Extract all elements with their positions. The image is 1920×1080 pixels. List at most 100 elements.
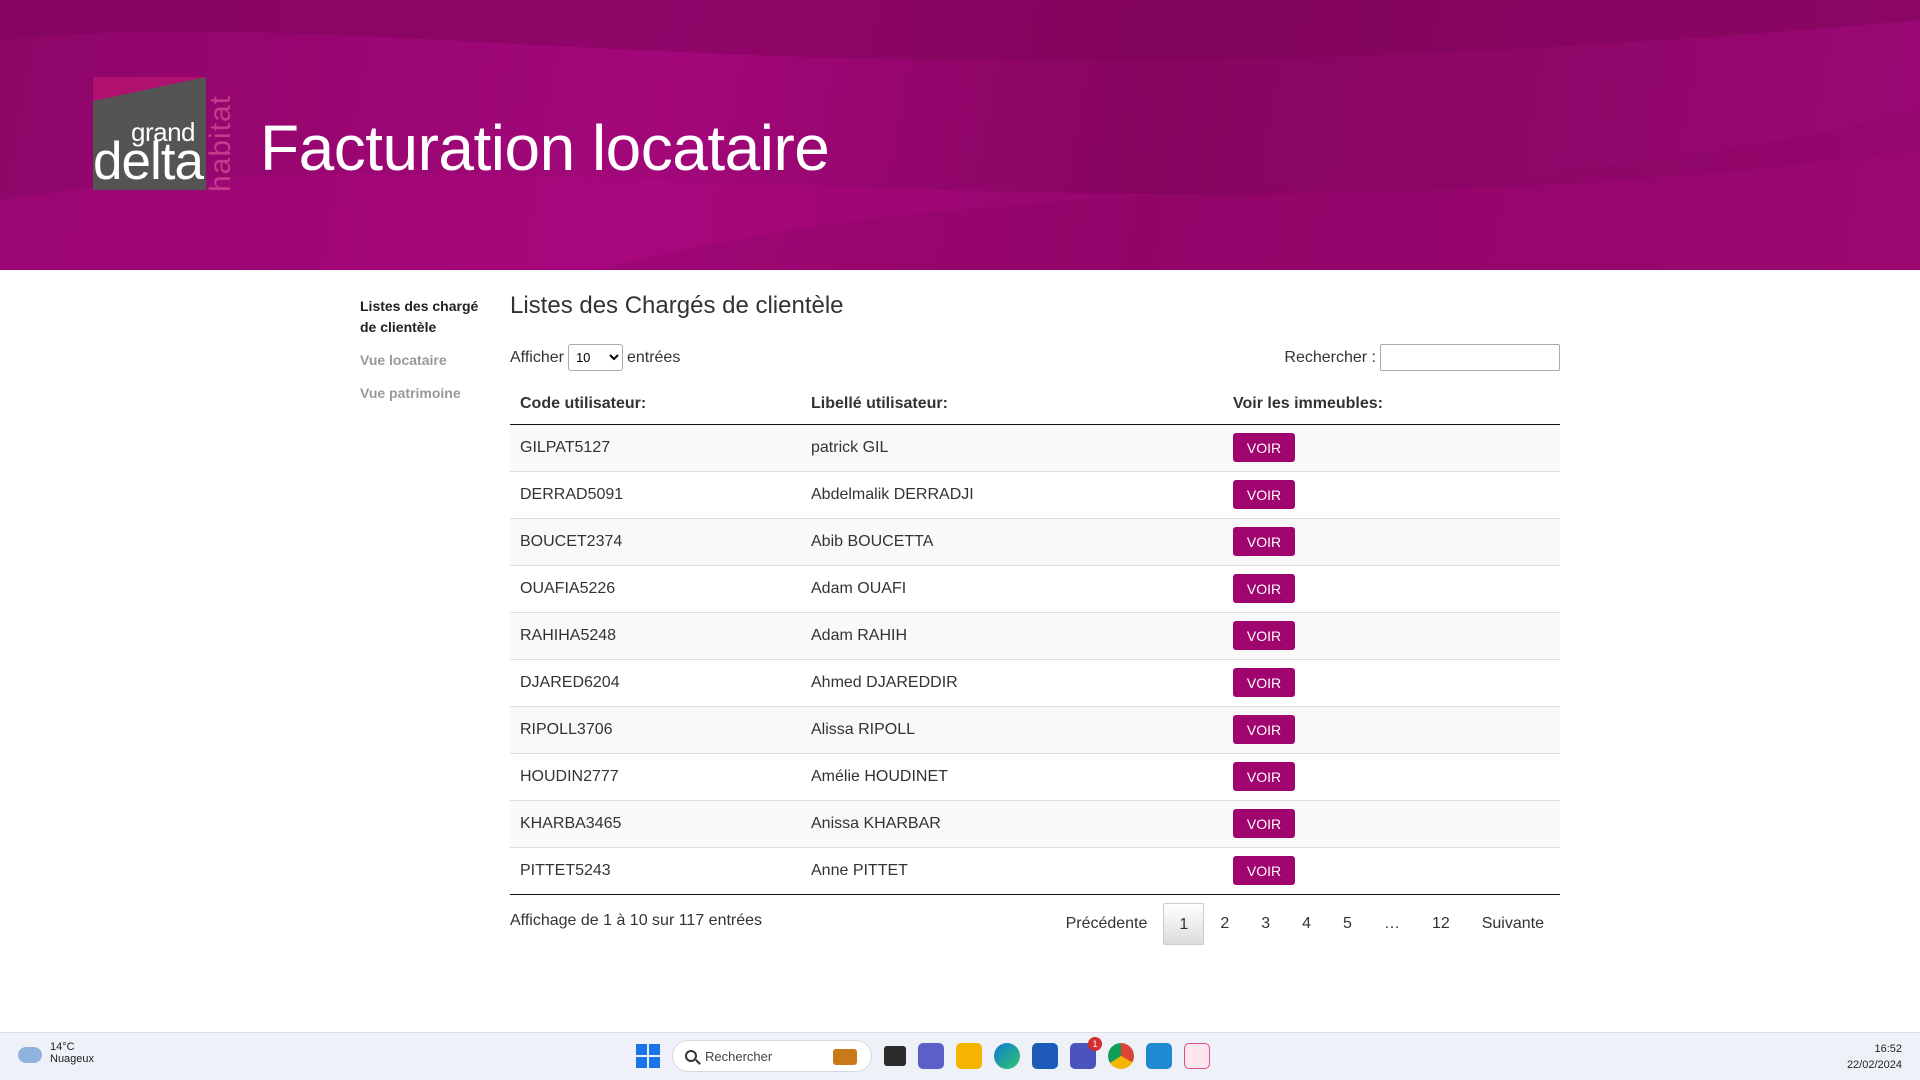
cell-code: RIPOLL3706	[510, 706, 801, 754]
taskbar-search-placeholder: Rechercher	[705, 1048, 773, 1064]
pagination-ellipsis: …	[1383, 914, 1400, 932]
voir-button[interactable]: VOIR	[1233, 527, 1295, 556]
cell-name: Abib BOUCETTA	[801, 518, 1223, 566]
cell-action: VOIR	[1223, 753, 1560, 801]
column-header-immeubles[interactable]: Voir les immeubles:	[1223, 384, 1560, 425]
pagination-next[interactable]: Suivante	[1466, 903, 1560, 945]
task-view-icon[interactable]	[884, 1046, 906, 1066]
taskbar-search[interactable]: Rechercher	[672, 1040, 872, 1072]
sidebar-item-charges-clientele[interactable]: Listes des chargé de clientèle	[360, 296, 480, 338]
section-title: Listes des Chargés de clientèle	[510, 292, 844, 319]
cell-code: GILPAT5127	[510, 424, 801, 472]
table-row: DJARED6204 Ahmed DJAREDDIR VOIR	[510, 659, 1560, 707]
teams-new-icon[interactable]: 1	[1070, 1037, 1102, 1069]
voir-button[interactable]: VOIR	[1233, 856, 1295, 885]
pagination-page-3[interactable]: 3	[1245, 903, 1286, 945]
entries-per-page-select[interactable]: 10	[567, 344, 623, 371]
length-prefix: Afficher	[510, 348, 564, 366]
voir-button[interactable]: VOIR	[1233, 809, 1295, 838]
cell-name: Adam OUAFI	[801, 565, 1223, 613]
main-content: Listes des Chargés de clientèle Afficher…	[510, 292, 1560, 949]
cell-action: VOIR	[1223, 565, 1560, 613]
table-row: BOUCET2374 Abib BOUCETTA VOIR	[510, 518, 1560, 566]
charges-table: Code utilisateur: Libellé utilisateur: V…	[510, 384, 1560, 895]
search-icon	[685, 1050, 697, 1062]
chrome-icon[interactable]	[1108, 1043, 1134, 1069]
teams-icon[interactable]	[918, 1043, 944, 1069]
cell-name: Adam RAHIH	[801, 612, 1223, 660]
cell-name: Anissa KHARBAR	[801, 800, 1223, 848]
store-icon[interactable]	[1032, 1043, 1058, 1069]
pagination: Précédente 1 2 3 4 5 … 12 Suivante	[1050, 902, 1560, 945]
cell-code: OUAFIA5226	[510, 565, 801, 613]
table-footer: Affichage de 1 à 10 sur 117 entrées Préc…	[510, 899, 1560, 949]
table-row: RAHIHA5248 Adam RAHIH VOIR	[510, 612, 1560, 660]
weather-condition: Nuageux	[50, 1053, 95, 1065]
cell-code: RAHIHA5248	[510, 612, 801, 660]
pagination-page-1[interactable]: 1	[1163, 902, 1205, 945]
column-header-code[interactable]: Code utilisateur:	[510, 384, 801, 425]
table-row: OUAFIA5226 Adam OUAFI VOIR	[510, 565, 1560, 613]
voir-button[interactable]: VOIR	[1233, 480, 1295, 509]
suitcase-icon	[833, 1049, 857, 1065]
logo-word-habitat: habitat	[204, 94, 237, 192]
table-row: RIPOLL3706 Alissa RIPOLL VOIR	[510, 706, 1560, 754]
clock-date: 22/02/2024	[1846, 1059, 1902, 1071]
cell-name: Abdelmalik DERRADJI	[801, 471, 1223, 519]
windows-start-icon[interactable]	[636, 1044, 660, 1068]
pagination-page-2[interactable]: 2	[1204, 903, 1245, 945]
voir-button[interactable]: VOIR	[1233, 574, 1295, 603]
cell-action: VOIR	[1223, 847, 1560, 895]
table-row: PITTET5243 Anne PITTET VOIR	[510, 847, 1560, 895]
weather-widget[interactable]: 14°C Nuageux	[18, 1041, 94, 1065]
sidebar-item-vue-locataire[interactable]: Vue locataire	[360, 350, 480, 371]
voir-button[interactable]: VOIR	[1233, 715, 1295, 744]
clock-time: 16:52	[1874, 1043, 1902, 1055]
pagination-page-5[interactable]: 5	[1327, 903, 1368, 945]
search-input[interactable]	[1380, 344, 1560, 371]
search-label: Rechercher :	[1284, 348, 1376, 366]
taskbar-apps: Rechercher 1	[636, 1037, 1210, 1072]
cell-code: HOUDIN2777	[510, 753, 801, 801]
cell-action: VOIR	[1223, 800, 1560, 848]
table-header-row: Code utilisateur: Libellé utilisateur: V…	[510, 384, 1560, 425]
logo[interactable]: grand delta habitat	[93, 77, 243, 192]
edge-icon[interactable]	[994, 1043, 1020, 1069]
pagination-page-12[interactable]: 12	[1416, 903, 1466, 945]
pagination-previous[interactable]: Précédente	[1050, 903, 1164, 945]
table-row: GILPAT5127 patrick GIL VOIR	[510, 424, 1560, 472]
header-banner: grand delta habitat Facturation locatair…	[0, 0, 1920, 270]
notification-badge: 1	[1088, 1037, 1102, 1051]
logo-word-delta: delta	[93, 132, 204, 191]
voir-button[interactable]: VOIR	[1233, 433, 1295, 462]
table-row: DERRAD5091 Abdelmalik DERRADJI VOIR	[510, 471, 1560, 519]
cell-name: Alissa RIPOLL	[801, 706, 1223, 754]
cell-code: PITTET5243	[510, 847, 801, 895]
voir-button[interactable]: VOIR	[1233, 762, 1295, 791]
weather-temp: 14°C	[50, 1041, 75, 1053]
table-info: Affichage de 1 à 10 sur 117 entrées	[510, 911, 763, 929]
cell-name: patrick GIL	[801, 424, 1223, 472]
voir-button[interactable]: VOIR	[1233, 668, 1295, 697]
cell-action: VOIR	[1223, 659, 1560, 707]
vscode-icon[interactable]	[1146, 1043, 1172, 1069]
file-explorer-icon[interactable]	[956, 1043, 982, 1069]
cell-code: DJARED6204	[510, 659, 801, 707]
sidebar-item-vue-patrimoine[interactable]: Vue patrimoine	[360, 383, 480, 404]
taskbar: 14°C Nuageux Rechercher 1 16:52 22/02/20…	[0, 1032, 1920, 1080]
cell-action: VOIR	[1223, 471, 1560, 519]
voir-button[interactable]: VOIR	[1233, 621, 1295, 650]
column-header-libelle[interactable]: Libellé utilisateur:	[801, 384, 1223, 425]
cell-action: VOIR	[1223, 424, 1560, 472]
cell-action: VOIR	[1223, 612, 1560, 660]
cell-name: Ahmed DJAREDDIR	[801, 659, 1223, 707]
table-controls: Afficher 10 entrées Rechercher :	[510, 336, 1560, 384]
cell-name: Anne PITTET	[801, 847, 1223, 895]
cell-name: Amélie HOUDINET	[801, 753, 1223, 801]
cell-code: KHARBA3465	[510, 800, 801, 848]
snipping-tool-icon[interactable]	[1184, 1043, 1210, 1069]
table-row: KHARBA3465 Anissa KHARBAR VOIR	[510, 800, 1560, 848]
search-control: Rechercher :	[1284, 344, 1560, 371]
system-clock[interactable]: 16:52 22/02/2024	[1847, 1041, 1902, 1073]
pagination-page-4[interactable]: 4	[1286, 903, 1327, 945]
